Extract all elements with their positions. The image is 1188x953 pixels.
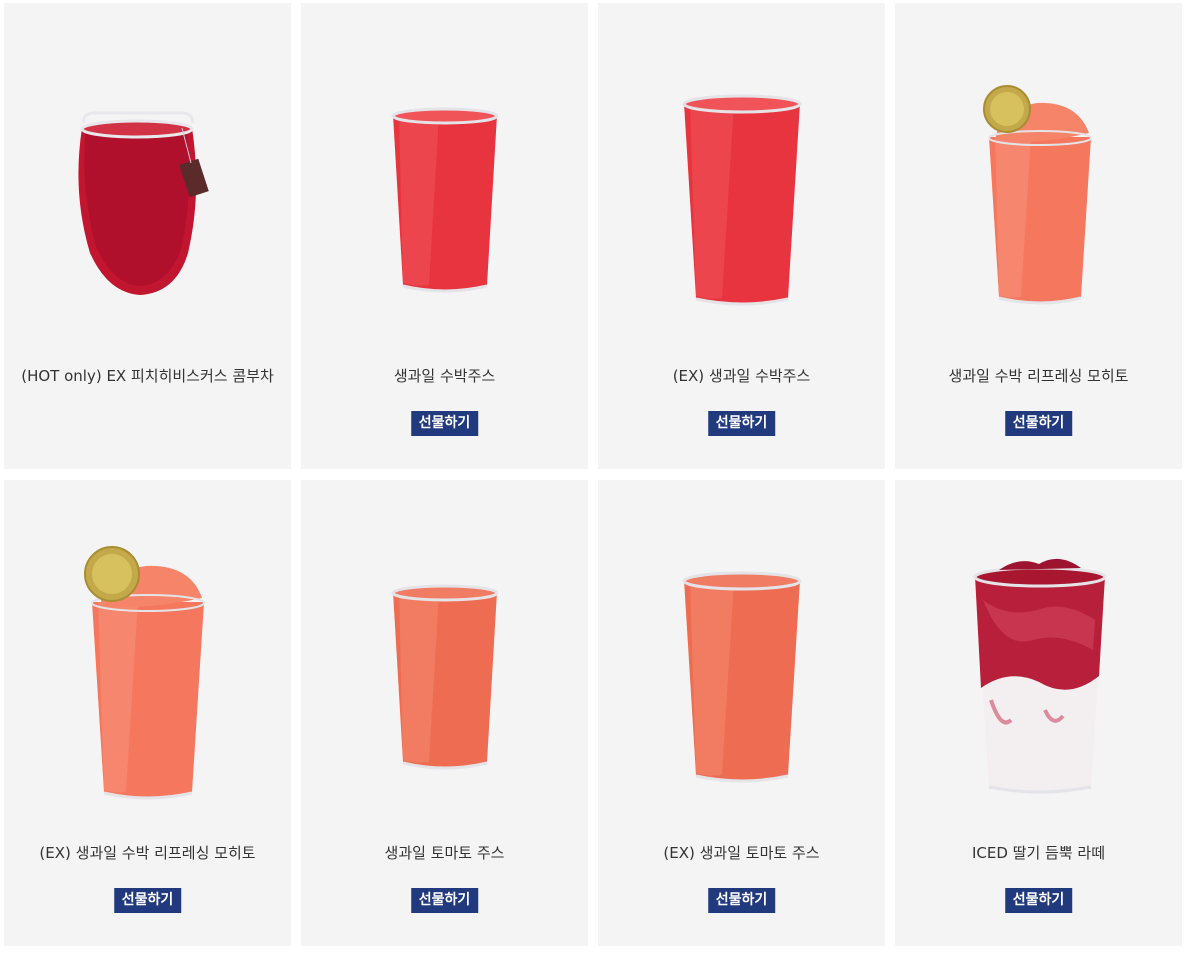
product-name[interactable]: (EX) 생과일 수박 리프레싱 모히토 [4,842,291,863]
product-card[interactable]: (EX) 생과일 토마토 주스 선물하기 [598,480,885,946]
product-card[interactable]: ICED 딸기 듬뿍 라떼 선물하기 [895,480,1182,946]
product-name[interactable]: 생과일 수박주스 [301,365,588,386]
gift-button[interactable]: 선물하기 [707,411,776,436]
product-card[interactable]: 생과일 토마토 주스 선물하기 [301,480,588,946]
product-image[interactable] [895,480,1182,820]
product-image[interactable] [598,3,885,343]
gift-button[interactable]: 선물하기 [707,888,776,913]
product-image[interactable] [598,480,885,820]
product-image[interactable] [301,480,588,820]
product-grid: (HOT only) EX 피치히비스커스 콤부차 생과일 수박주스 선물하기 … [0,0,1188,953]
product-name[interactable]: ICED 딸기 듬뿍 라떼 [895,842,1182,863]
product-card[interactable]: 생과일 수박 리프레싱 모히토 선물하기 [895,3,1182,469]
gift-button[interactable]: 선물하기 [113,888,182,913]
product-image[interactable] [4,480,291,820]
product-image[interactable] [895,3,1182,343]
product-name[interactable]: 생과일 수박 리프레싱 모히토 [895,365,1182,386]
product-card[interactable]: (EX) 생과일 수박 리프레싱 모히토 선물하기 [4,480,291,946]
product-name[interactable]: 생과일 토마토 주스 [301,842,588,863]
product-card[interactable]: 생과일 수박주스 선물하기 [301,3,588,469]
product-name[interactable]: (HOT only) EX 피치히비스커스 콤부차 [4,365,291,386]
product-name[interactable]: (EX) 생과일 토마토 주스 [598,842,885,863]
gift-button[interactable]: 선물하기 [1004,888,1073,913]
product-image[interactable] [301,3,588,343]
product-card[interactable]: (EX) 생과일 수박주스 선물하기 [598,3,885,469]
gift-button[interactable]: 선물하기 [410,888,479,913]
gift-button[interactable]: 선물하기 [410,411,479,436]
product-image[interactable] [4,3,291,343]
product-name[interactable]: (EX) 생과일 수박주스 [598,365,885,386]
gift-button[interactable]: 선물하기 [1004,411,1073,436]
product-card[interactable]: (HOT only) EX 피치히비스커스 콤부차 [4,3,291,469]
